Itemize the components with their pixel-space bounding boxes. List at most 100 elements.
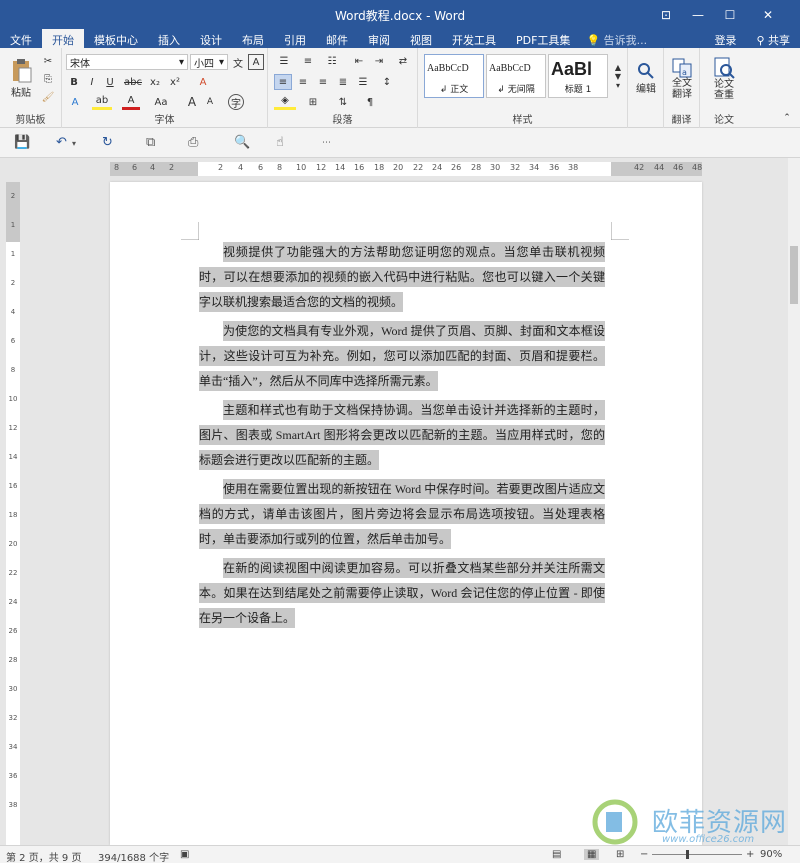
proofing-icon[interactable]: ▣ — [180, 849, 189, 860]
customize-toolbar-icon[interactable]: ⋯ — [322, 138, 331, 148]
paper-check-button[interactable]: 论文 查重 — [708, 54, 740, 104]
touch-mode-icon[interactable]: ☝ — [276, 135, 284, 150]
paragraph-5: 在新的阅读视图中阅读更加容易。可以折叠文档某些部分并关注所需文本。如果在达到结尾… — [199, 556, 605, 631]
horizontal-ruler[interactable]: 8 6 4 2 2 4 6 8 10 12 14 16 18 20 22 24 26 28 30 32 34 36 38 42… — [110, 162, 702, 176]
chevron-up-icon: ▲ — [614, 62, 622, 72]
ribbon-display-options-button[interactable]: ⊡ — [650, 0, 682, 29]
text-effects-button[interactable]: A — [66, 94, 84, 110]
change-case-button[interactable]: Aa — [150, 94, 172, 110]
tab-template-center[interactable]: 模板中心 — [84, 29, 148, 48]
ruler-number: 8 — [10, 366, 16, 374]
zoom-level[interactable]: 90% — [760, 849, 782, 860]
zoom-slider-handle[interactable] — [686, 850, 689, 859]
tab-layout[interactable]: 布局 — [232, 29, 274, 48]
styles-scroll[interactable]: ▲ ▼ ▾ — [612, 54, 624, 98]
decrease-indent-icon[interactable]: ⇤ — [350, 54, 368, 68]
close-button[interactable]: ✕ — [752, 0, 784, 29]
read-mode-icon[interactable]: ⧉ — [146, 135, 155, 150]
paste-icon — [13, 58, 32, 82]
login-link[interactable]: 登录 — [704, 29, 746, 48]
italic-button[interactable]: I — [84, 74, 100, 90]
print-preview-icon[interactable]: 🔍 — [234, 135, 250, 150]
web-layout-view-icon[interactable]: ⊞ — [616, 849, 624, 860]
align-center-icon[interactable]: ≡ — [294, 74, 312, 90]
vertical-scrollbar[interactable] — [788, 158, 800, 845]
word-count[interactable]: 394/1688 个字 — [98, 849, 169, 864]
ruler-number: 1 — [10, 250, 16, 258]
font-name-combo[interactable]: 宋体 ▾ — [66, 54, 188, 70]
clear-formatting-button[interactable]: A — [194, 74, 212, 90]
phonetic-guide-button[interactable]: 文 — [230, 54, 246, 70]
borders-icon[interactable]: ⊞ — [302, 94, 324, 110]
tab-design[interactable]: 设计 — [190, 29, 232, 48]
print-icon[interactable]: ⎙ — [188, 135, 198, 150]
justify-icon[interactable]: ≣ — [334, 74, 352, 90]
sort-icon[interactable]: ⇅ — [332, 94, 354, 110]
bold-button[interactable]: B — [66, 74, 82, 90]
copy-icon[interactable]: ⎘ — [40, 72, 56, 86]
format-painter-icon[interactable]: 🖌 — [40, 90, 56, 104]
show-marks-icon[interactable]: ¶ — [360, 94, 380, 110]
tab-insert[interactable]: 插入 — [148, 29, 190, 48]
paste-button[interactable]: 粘贴 — [6, 54, 36, 102]
vertical-ruler[interactable]: 2 1 1 2 4 6 8 10 12 14 16 18 20 22 24 26 28 30 32 34 36 38 — [6, 182, 20, 845]
enclose-characters-button[interactable]: 字 — [228, 94, 244, 110]
chinese-layout-icon[interactable]: ⇄ — [394, 54, 412, 68]
superscript-button[interactable]: x² — [166, 74, 184, 90]
zoom-out-button[interactable]: − — [640, 849, 648, 860]
paragraph-1: 视频提供了功能强大的方法帮助您证明您的观点。当您单击联机视频时，可以在想要添加的… — [199, 240, 605, 315]
highlight-button[interactable]: ab — [92, 94, 112, 110]
subscript-button[interactable]: x₂ — [146, 74, 164, 90]
tab-references[interactable]: 引用 — [274, 29, 316, 48]
undo-dropdown-icon[interactable]: ▾ — [72, 139, 76, 148]
tab-review[interactable]: 审阅 — [358, 29, 400, 48]
shrink-font-button[interactable]: A — [202, 94, 218, 110]
increase-indent-icon[interactable]: ⇥ — [370, 54, 388, 68]
page[interactable]: 视频提供了功能强大的方法帮助您证明您的观点。当您单击联机视频时，可以在想要添加的… — [110, 182, 702, 845]
read-mode-view-icon[interactable]: ▤ — [552, 849, 561, 860]
style-normal[interactable]: AaBbCcD ↲ 正文 — [424, 54, 484, 98]
zoom-slider[interactable] — [652, 854, 742, 855]
strikethrough-button[interactable]: abc — [122, 74, 144, 90]
align-left-icon[interactable]: ≡ — [274, 74, 292, 90]
font-size-combo[interactable]: 小四 ▾ — [190, 54, 228, 70]
tell-me-box[interactable]: 💡 告诉我... — [580, 29, 653, 48]
zoom-in-button[interactable]: + — [746, 849, 754, 860]
style-no-spacing[interactable]: AaBbCcD ↲ 无间隔 — [486, 54, 546, 98]
page-count[interactable]: 第 2 页，共 9 页 — [6, 849, 81, 864]
undo-icon[interactable]: ↶ — [56, 135, 67, 150]
underline-button[interactable]: U — [102, 74, 118, 90]
numbering-icon[interactable]: ≡ — [298, 54, 318, 68]
tab-view[interactable]: 视图 — [400, 29, 442, 48]
distributed-icon[interactable]: ☰ — [354, 74, 372, 90]
grow-font-button[interactable]: A — [184, 94, 200, 110]
redo-icon[interactable]: ↻ — [102, 135, 113, 150]
print-layout-view-icon[interactable]: ▦ — [584, 849, 600, 860]
scrollbar-thumb[interactable] — [790, 246, 798, 304]
collapse-ribbon-icon[interactable]: ⌃ — [780, 112, 794, 124]
ruler-number: 28 — [8, 656, 18, 664]
tab-pdf-tools[interactable]: PDF工具集 — [506, 29, 580, 48]
character-border-button[interactable]: A — [248, 54, 264, 70]
save-icon[interactable]: 💾 — [14, 135, 30, 150]
font-color-button[interactable]: A — [122, 94, 140, 110]
document-body[interactable]: 视频提供了功能强大的方法帮助您证明您的观点。当您单击联机视频时，可以在想要添加的… — [199, 240, 605, 635]
style-heading-1[interactable]: AaBl 标题 1 — [548, 54, 608, 98]
align-right-icon[interactable]: ≡ — [314, 74, 332, 90]
ruler-number: 6 — [10, 337, 16, 345]
editing-button[interactable]: 编辑 — [632, 54, 660, 102]
full-text-translate-button[interactable]: a 全文 翻译 — [666, 54, 698, 104]
cut-icon[interactable]: ✂ — [40, 54, 56, 68]
share-button[interactable]: ⚲ 共享 — [746, 29, 800, 48]
bullets-icon[interactable]: ☰ — [274, 54, 294, 68]
shading-icon[interactable]: ◈ — [274, 94, 296, 110]
tab-file[interactable]: 文件 — [0, 29, 42, 48]
minimize-button[interactable]: — — [682, 0, 714, 29]
chevron-down-icon: ▾ — [178, 56, 184, 68]
tab-mailings[interactable]: 邮件 — [316, 29, 358, 48]
tab-developer[interactable]: 开发工具 — [442, 29, 506, 48]
tab-home[interactable]: 开始 — [42, 29, 84, 48]
multilevel-list-icon[interactable]: ☷ — [322, 54, 342, 68]
line-spacing-icon[interactable]: ↕ — [376, 74, 398, 90]
maximize-button[interactable]: ☐ — [714, 0, 746, 29]
